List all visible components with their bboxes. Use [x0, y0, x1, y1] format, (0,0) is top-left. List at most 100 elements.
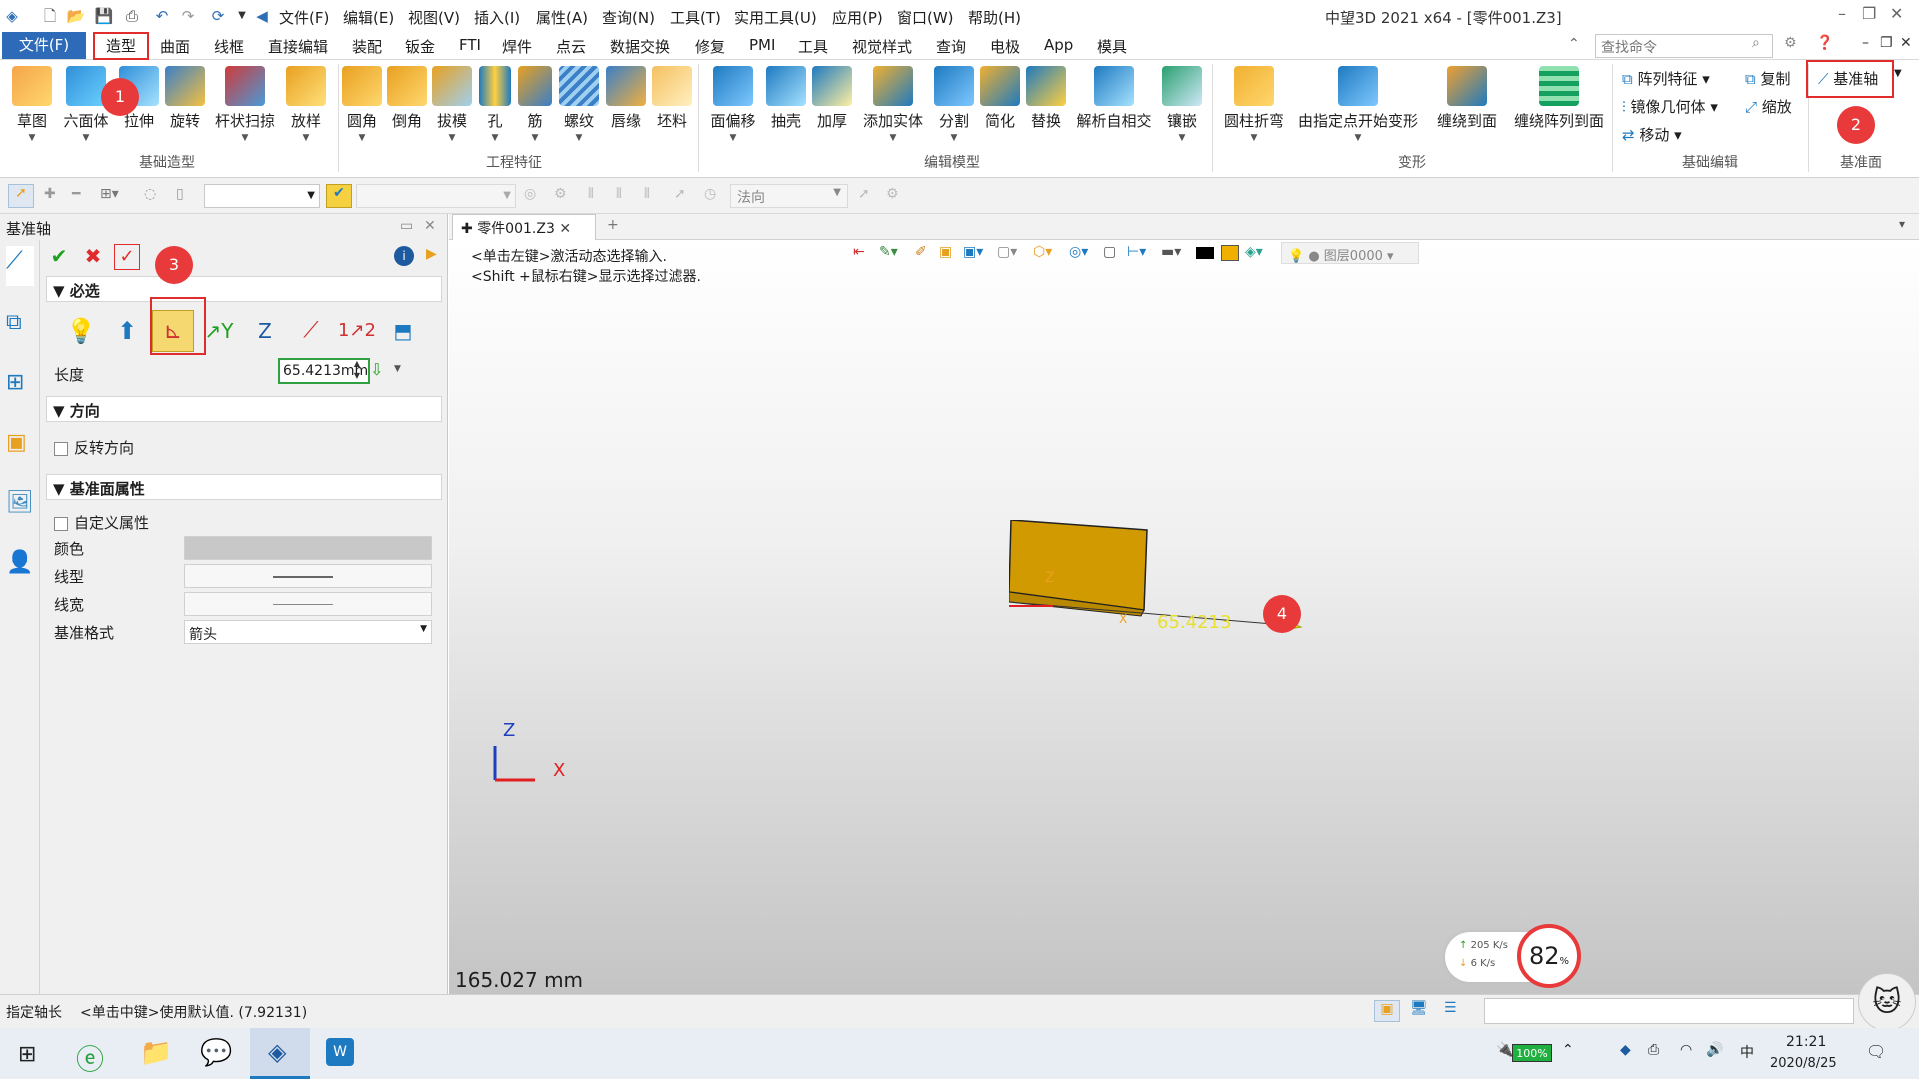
render-icon[interactable]: ⬡▾	[1033, 244, 1052, 260]
linewidth-select[interactable]	[184, 592, 432, 616]
draft-button[interactable]: 拔模 ▼	[431, 66, 473, 143]
tab-point-cloud[interactable]: 点云	[556, 36, 586, 57]
3d-viewport[interactable]: <单击左键>激活动态选择输入. <Shift +鼠标右键>显示选择过滤器. ⇤ …	[449, 240, 1919, 994]
network-tray-icon[interactable]: ◆	[1620, 1042, 1631, 1058]
datum-axis-button[interactable]: ⟋ 基准轴	[1818, 68, 1878, 89]
gear-filter-icon[interactable]: ⚙	[554, 186, 567, 202]
ime-icon[interactable]: 中	[1740, 1042, 1754, 1062]
tab-app[interactable]: App	[1044, 36, 1073, 54]
exit-view-icon[interactable]: ⇤	[853, 244, 865, 260]
add-solid-button[interactable]: 添加实体 ▼	[858, 66, 928, 143]
menu-view[interactable]: 视图(V)	[408, 7, 460, 28]
dropdown-icon[interactable]: ▼	[232, 6, 252, 26]
menu-query[interactable]: 查询(N)	[602, 7, 655, 28]
thicken-button[interactable]: 加厚	[810, 66, 854, 131]
doc-close-icon[interactable]: ✕	[1900, 35, 1912, 51]
pattern-feature-button[interactable]: ⧉ 阵列特征 ▾	[1622, 68, 1710, 89]
length-options-icon[interactable]: ▼	[394, 364, 401, 374]
secondary-select[interactable]: ▼	[356, 184, 516, 208]
menu-insert[interactable]: 插入(I)	[474, 7, 520, 28]
z-axis-method-icon[interactable]: Z	[244, 310, 286, 352]
cursor-icon[interactable]: ➚	[858, 186, 870, 202]
volume-icon[interactable]: 🔊	[1706, 1042, 1723, 1058]
hole-button[interactable]: 孔 ▼	[476, 66, 514, 143]
apply-icon[interactable]: ✓	[114, 244, 140, 270]
file-tab[interactable]: 文件(F)	[2, 32, 86, 59]
datum-dropdown-icon[interactable]: ▼	[1894, 68, 1902, 79]
minimize-icon[interactable]: –	[1838, 4, 1846, 23]
menu-file[interactable]: 文件(F)	[279, 7, 329, 28]
print-icon[interactable]: ⎙	[122, 6, 142, 26]
chamfer-button[interactable]: 倒角	[386, 66, 428, 131]
length-spinner[interactable]: ▲ ▼	[346, 358, 368, 384]
tab-tools[interactable]: 工具	[798, 36, 828, 57]
menu-help[interactable]: 帮助(H)	[968, 7, 1021, 28]
filter-select[interactable]: ▼	[204, 184, 320, 208]
tab-document[interactable]: ✚ 零件001.Z3 ✕	[452, 214, 596, 240]
ok-icon[interactable]: ✔	[46, 244, 72, 270]
panel-pin-icon[interactable]: ▭	[400, 218, 413, 234]
tab-mold[interactable]: 模具	[1097, 36, 1127, 57]
emboss-button[interactable]: 镶嵌 ▼	[1158, 66, 1206, 143]
doc-restore-icon[interactable]: ❐	[1880, 35, 1893, 51]
status-display-icon[interactable]: 🖥	[1410, 1000, 1428, 1016]
expand-panel-icon[interactable]: ▶	[426, 246, 437, 262]
select-arrow-icon[interactable]: ➚	[8, 184, 34, 208]
tab-direct-edit[interactable]: 直接编辑	[268, 36, 328, 57]
view-cube-icon[interactable]: ▣▾	[963, 244, 983, 260]
menu-window[interactable]: 窗口(W)	[897, 7, 954, 28]
target-icon[interactable]: ◎	[524, 186, 536, 202]
lip-button[interactable]: 唇缘	[604, 66, 648, 131]
section-plane-props[interactable]: ▼ 基准面属性	[46, 474, 442, 500]
power-icon[interactable]: 🔌	[1496, 1042, 1513, 1058]
status-panel-icon[interactable]: ▣	[1374, 1000, 1400, 1022]
tab-fti[interactable]: FTI	[459, 36, 481, 54]
tab-modeling[interactable]: 造型	[93, 32, 149, 60]
menu-edit[interactable]: 编辑(E)	[343, 7, 394, 28]
panel-close-icon[interactable]: ✕	[424, 218, 436, 234]
cursor-gear-icon[interactable]: ⚙	[886, 186, 899, 202]
menu-apply[interactable]: 应用(P)	[832, 7, 883, 28]
tab-repair[interactable]: 修复	[695, 36, 725, 57]
display-mode-icon[interactable]: ▬▾	[1161, 244, 1181, 260]
menu-tools[interactable]: 工具(T)	[670, 7, 721, 28]
zoom-fit-icon[interactable]: ◎▾	[1069, 244, 1088, 260]
redo-icon[interactable]: ↷	[178, 6, 198, 26]
layer-select[interactable]: 💡 ● 图层0000 ▾	[1281, 242, 1419, 264]
custom-props-checkbox[interactable]: 自定义属性	[54, 512, 149, 533]
menu-attribute[interactable]: 属性(A)	[536, 7, 588, 28]
pick-icon[interactable]: ➚	[674, 186, 686, 202]
fillet-button[interactable]: 圆角 ▼	[341, 66, 383, 143]
cylinder-bend-button[interactable]: 圆柱折弯 ▼	[1220, 66, 1288, 143]
scale-button[interactable]: ⤢ 缩放	[1745, 96, 1792, 117]
zw3d-taskbar-item[interactable]: ◈	[250, 1028, 310, 1079]
new-file-icon[interactable]: 🗋	[40, 6, 60, 26]
move-button[interactable]: ⇄ 移动 ▾	[1622, 124, 1682, 145]
doc-tab-close-icon[interactable]: ✕	[559, 221, 571, 237]
two-point-12-method-icon[interactable]: 1↗2	[336, 310, 378, 352]
cylinder-method-icon[interactable]: ⬆	[106, 310, 148, 352]
status-list-icon[interactable]: ☰	[1444, 1000, 1457, 1016]
point-deform-button[interactable]: 由指定点开始变形 ▼	[1296, 66, 1420, 143]
tab-menu-icon[interactable]: ▾	[1899, 217, 1905, 231]
color-swatch[interactable]	[184, 536, 432, 560]
align3-icon[interactable]: ⫴	[644, 186, 650, 202]
clock-time[interactable]: 21:21	[1786, 1034, 1826, 1050]
section-icon[interactable]: ▢	[1103, 244, 1116, 260]
undo-icon[interactable]: ↶	[152, 6, 172, 26]
settings-icon[interactable]: ⚙	[1784, 35, 1797, 51]
refresh-icon[interactable]: ⟳	[208, 6, 228, 26]
align-icon[interactable]: ⫴	[588, 186, 594, 202]
lasso-icon[interactable]: ◌	[144, 186, 156, 202]
split-button[interactable]: 分割 ▼	[932, 66, 976, 143]
orange-color-icon[interactable]	[1221, 245, 1239, 261]
save-icon[interactable]: 💾	[94, 6, 114, 26]
cancel-icon[interactable]: ✖	[80, 244, 106, 270]
datum-style-select[interactable]: 箭头 ▼	[184, 620, 432, 644]
default-value-icon[interactable]: ⇩	[370, 360, 383, 379]
assembly-tab-icon[interactable]: ⊞	[6, 370, 24, 395]
play-back-icon[interactable]: ◀	[252, 6, 272, 26]
mirror-geometry-button[interactable]: ⫶ 镜像几何体 ▾	[1622, 96, 1718, 117]
tab-pmi[interactable]: PMI	[749, 36, 775, 54]
tab-wireframe[interactable]: 线框	[214, 36, 244, 57]
